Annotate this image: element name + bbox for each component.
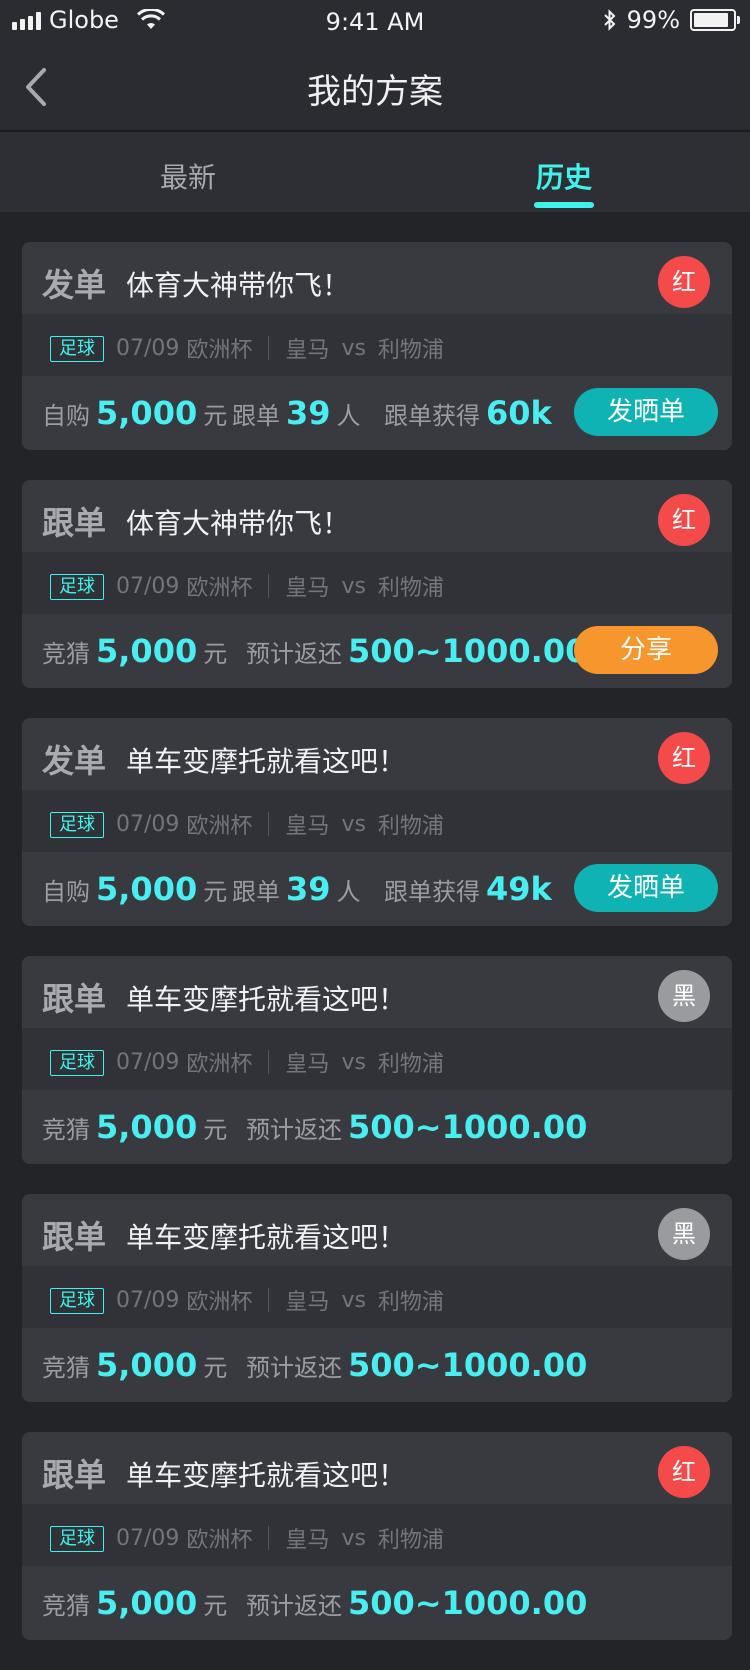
away-team: 利物浦 — [377, 576, 444, 601]
home-team: 皇马 — [285, 1290, 330, 1315]
bluetooth-icon — [603, 9, 616, 31]
plan-title: 单车变摩托就看这吧！ — [126, 745, 407, 778]
home-team: 皇马 — [285, 576, 330, 601]
match-info: 07/09 欧洲杯 皇马 vs 利物浦 — [116, 1046, 444, 1078]
match-date: 07/09 — [116, 335, 180, 361]
stat-bet: 竞猜 5,000 元 — [42, 1346, 228, 1384]
match-league: 欧洲杯 — [186, 1290, 253, 1315]
stat-bet: 竞猜 5,000 元 — [42, 1108, 228, 1146]
plan-type: 发单 — [42, 266, 107, 304]
tab-latest[interactable]: 最新 — [88, 156, 288, 196]
battery-icon — [690, 9, 740, 31]
match-info: 07/09 欧洲杯 皇马 vs 利物浦 — [116, 1284, 444, 1316]
home-team: 皇马 — [285, 1052, 330, 1077]
match-info: 07/09 欧洲杯 皇马 vs 利物浦 — [116, 570, 444, 602]
stat-followers: 跟单 39 人 — [232, 394, 361, 432]
vs-label: vs — [341, 1525, 366, 1551]
match-date: 07/09 — [116, 573, 180, 599]
home-team: 皇马 — [285, 1528, 330, 1553]
plan-type: 发单 — [42, 742, 107, 780]
stat-expected-return: 预计返还 500~1000.00 — [246, 632, 588, 670]
away-team: 利物浦 — [377, 814, 444, 839]
battery-level — [694, 13, 728, 27]
match-league: 欧洲杯 — [186, 576, 253, 601]
stat-bet: 竞猜 5,000 元 — [42, 1584, 228, 1622]
match-date: 07/09 — [116, 1525, 180, 1551]
stat-self-buy: 自购 5,000 元 — [42, 394, 228, 432]
plan-type: 跟单 — [42, 1456, 107, 1494]
result-badge: 黑 — [658, 970, 710, 1022]
share-button[interactable]: 分享 — [574, 626, 718, 674]
tab-bar: 最新 历史 — [0, 132, 750, 212]
tab-active-indicator — [534, 202, 594, 208]
page-title: 我的方案 — [307, 72, 443, 112]
home-team: 皇马 — [285, 814, 330, 839]
stat-expected-return: 预计返还 500~1000.00 — [246, 1584, 588, 1622]
away-team: 利物浦 — [377, 1052, 444, 1077]
plan-card[interactable]: 跟单 单车变摩托就看这吧！ 红 足球 07/09 欧洲杯 皇马 vs 利物浦 竞猜 5… — [22, 1432, 732, 1640]
sport-tag: 足球 — [50, 812, 104, 838]
away-team: 利物浦 — [377, 1290, 444, 1315]
plan-title: 单车变摩托就看这吧！ — [126, 1459, 407, 1492]
plan-list: 发单 体育大神带你飞！ 红 足球 07/09 欧洲杯 皇马 vs 利物浦 自购 5,0… — [22, 242, 732, 1670]
stat-follow-earnings: 跟单获得 49k — [384, 870, 552, 908]
status-bar: Globe 9:41 AM 99% — [0, 0, 750, 44]
vs-label: vs — [341, 811, 366, 837]
match-info: 07/09 欧洲杯 皇马 vs 利物浦 — [116, 808, 444, 840]
result-badge: 红 — [658, 494, 710, 546]
match-info: 07/09 欧洲杯 皇马 vs 利物浦 — [116, 332, 444, 364]
plan-title: 体育大神带你飞！ — [126, 269, 351, 302]
post-result-button[interactable]: 发晒单 — [574, 864, 718, 912]
stat-bet: 竞猜 5,000 元 — [42, 632, 228, 670]
plan-type: 跟单 — [42, 504, 107, 542]
result-badge: 红 — [658, 732, 710, 784]
match-league: 欧洲杯 — [186, 814, 253, 839]
match-date: 07/09 — [116, 1287, 180, 1313]
home-team: 皇马 — [285, 338, 330, 363]
stat-followers: 跟单 39 人 — [232, 870, 361, 908]
plan-card[interactable]: 发单 单车变摩托就看这吧！ 红 足球 07/09 欧洲杯 皇马 vs 利物浦 自购 5… — [22, 718, 732, 926]
result-badge: 红 — [658, 256, 710, 308]
match-info: 07/09 欧洲杯 皇马 vs 利物浦 — [116, 1522, 444, 1554]
away-team: 利物浦 — [377, 1528, 444, 1553]
plan-type: 跟单 — [42, 1218, 107, 1256]
plan-card[interactable]: 跟单 体育大神带你飞！ 红 足球 07/09 欧洲杯 皇马 vs 利物浦 竞猜 5,0… — [22, 480, 732, 688]
result-badge: 黑 — [658, 1208, 710, 1260]
stat-expected-return: 预计返还 500~1000.00 — [246, 1108, 588, 1146]
plan-card[interactable]: 跟单 单车变摩托就看这吧！ 黑 足球 07/09 欧洲杯 皇马 vs 利物浦 竞猜 5… — [22, 956, 732, 1164]
sport-tag: 足球 — [50, 1050, 104, 1076]
stat-expected-return: 预计返还 500~1000.00 — [246, 1346, 588, 1384]
nav-bar: 我的方案 — [0, 44, 750, 132]
plan-card[interactable]: 发单 体育大神带你飞！ 红 足球 07/09 欧洲杯 皇马 vs 利物浦 自购 5,0… — [22, 242, 732, 450]
post-result-button[interactable]: 发晒单 — [574, 388, 718, 436]
battery-percent: 99% — [626, 6, 680, 34]
plan-type: 跟单 — [42, 980, 107, 1018]
vs-label: vs — [341, 335, 366, 361]
plan-title: 单车变摩托就看这吧！ — [126, 983, 407, 1016]
sport-tag: 足球 — [50, 1288, 104, 1314]
match-league: 欧洲杯 — [186, 1052, 253, 1077]
plan-card[interactable]: 跟单 单车变摩托就看这吧！ 黑 足球 07/09 欧洲杯 皇马 vs 利物浦 竞猜 5… — [22, 1194, 732, 1402]
status-right: 99% — [603, 6, 740, 34]
sport-tag: 足球 — [50, 574, 104, 600]
sport-tag: 足球 — [50, 1526, 104, 1552]
vs-label: vs — [341, 1287, 366, 1313]
match-league: 欧洲杯 — [186, 338, 253, 363]
match-date: 07/09 — [116, 1049, 180, 1075]
away-team: 利物浦 — [377, 338, 444, 363]
result-badge: 红 — [658, 1446, 710, 1498]
match-date: 07/09 — [116, 811, 180, 837]
plan-title: 体育大神带你飞！ — [126, 507, 351, 540]
sport-tag: 足球 — [50, 336, 104, 362]
tab-history[interactable]: 历史 — [464, 156, 664, 196]
stat-follow-earnings: 跟单获得 60k — [384, 394, 552, 432]
plan-title: 单车变摩托就看这吧！ — [126, 1221, 407, 1254]
stat-self-buy: 自购 5,000 元 — [42, 870, 228, 908]
vs-label: vs — [341, 573, 366, 599]
match-league: 欧洲杯 — [186, 1528, 253, 1553]
vs-label: vs — [341, 1049, 366, 1075]
